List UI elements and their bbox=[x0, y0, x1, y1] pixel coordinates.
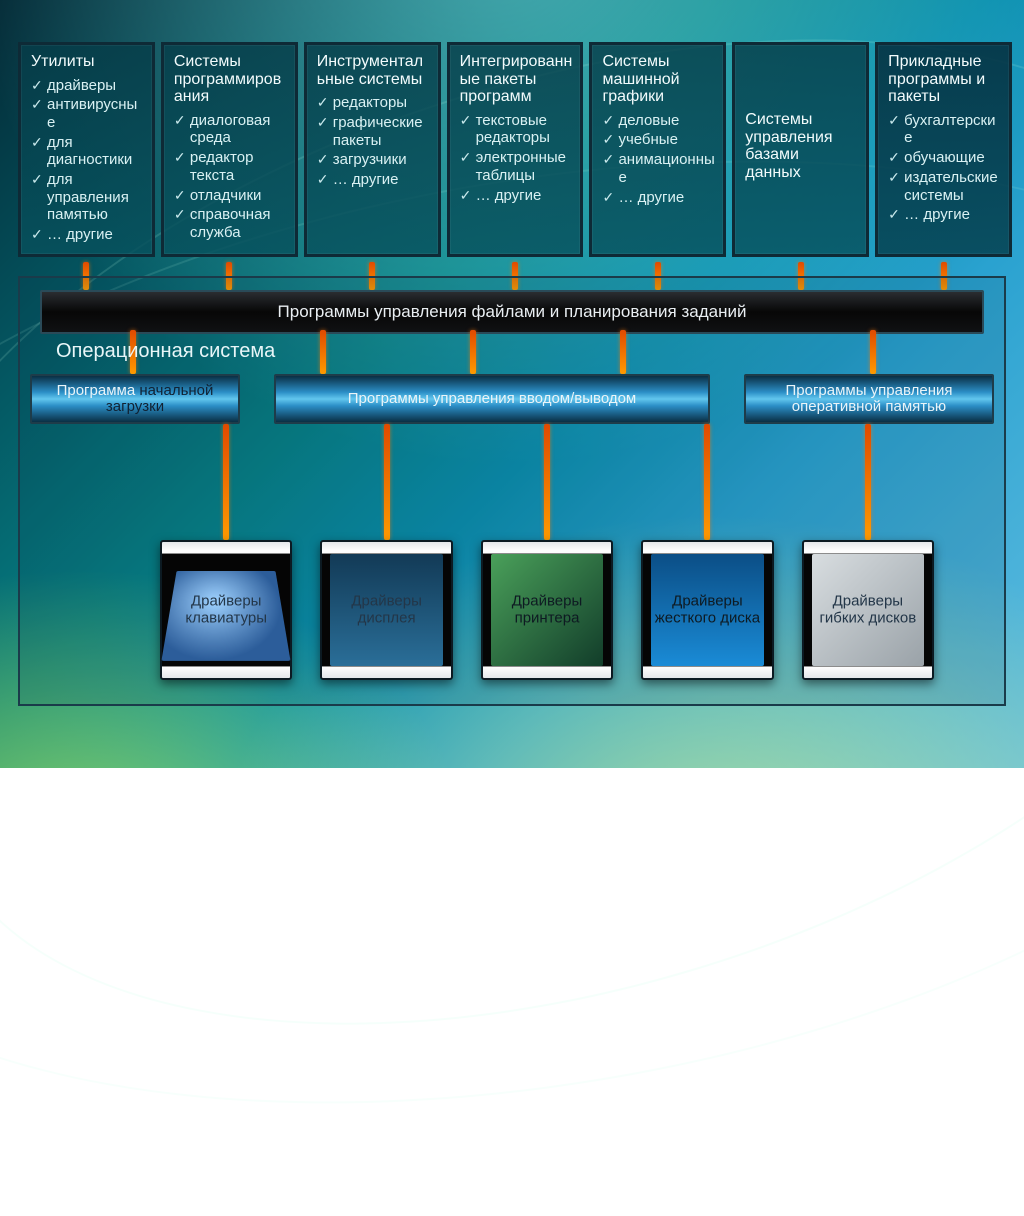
file-management-label: Программы управления файлами и планирова… bbox=[278, 302, 747, 322]
connector bbox=[865, 424, 871, 540]
card-item: … другие bbox=[888, 206, 1001, 224]
card-title: Интегрированные пакеты программ bbox=[460, 53, 573, 106]
driver-label: Драйверы гибких дисков bbox=[804, 594, 932, 627]
card-title: Прикладные программы и пакеты bbox=[888, 53, 1001, 106]
card-item: электронные таблицы bbox=[460, 149, 573, 184]
card-item: обучающие bbox=[888, 149, 1001, 167]
card-item: загрузчики bbox=[317, 151, 430, 169]
card-item: антивирусные bbox=[31, 96, 144, 131]
driver-label: Драйверы принтера bbox=[483, 594, 611, 627]
driver-card: Драйверы клавиатуры bbox=[160, 540, 292, 680]
os-box-label: Программы управления оперативной памятью bbox=[754, 383, 984, 415]
category-card: Прикладные программы и пакетыбухгалтерск… bbox=[875, 42, 1012, 257]
category-card: Утилиты драйверыантивирусныедля диагности… bbox=[18, 42, 155, 257]
card-items: текстовые редакторыэлектронные таблицы … … bbox=[460, 110, 573, 204]
file-management-bar: Программы управления файлами и планирова… bbox=[40, 290, 984, 334]
card-title: Утилиты bbox=[31, 53, 144, 71]
card-items: редакторы графические пакеты загрузчики … д… bbox=[317, 92, 430, 188]
connector bbox=[870, 330, 876, 374]
card-items: бухгалтерские обучающие издательские систе… bbox=[888, 110, 1001, 224]
card-title: Системы управления базами данных bbox=[745, 111, 858, 181]
driver-card: Драйверы жесткого диска bbox=[641, 540, 773, 680]
connector bbox=[223, 424, 229, 540]
category-card: Интегрированные пакеты программтекстовые… bbox=[447, 42, 584, 257]
os-box-bootloader: Программа начальной загрузки bbox=[30, 374, 240, 424]
card-items: деловыеучебные анимационные … другие bbox=[602, 110, 715, 206]
card-item: справочная служба bbox=[174, 206, 287, 241]
card-item: деловые bbox=[602, 112, 715, 130]
card-title: Системы программирования bbox=[174, 53, 287, 106]
card-item: редактор текста bbox=[174, 149, 287, 184]
driver-card: Драйверы гибких дисков bbox=[802, 540, 934, 680]
card-item: … другие bbox=[317, 171, 430, 189]
card-item: … другие bbox=[460, 187, 573, 205]
card-item: анимационные bbox=[602, 151, 715, 186]
card-item: отладчики bbox=[174, 187, 287, 205]
card-item: учебные bbox=[602, 131, 715, 149]
card-item: текстовые редакторы bbox=[460, 112, 573, 147]
driver-label: Драйверы жесткого диска bbox=[643, 594, 771, 627]
card-item: для диагностики bbox=[31, 134, 144, 169]
driver-card: Драйверы принтера bbox=[481, 540, 613, 680]
card-item: диалоговая среда bbox=[174, 112, 287, 147]
diagram: Утилиты драйверыантивирусныедля диагности… bbox=[0, 0, 1024, 768]
category-card: Системы программированиядиалоговая среда… bbox=[161, 42, 298, 257]
os-box-io: Программы управления вводом/выводом bbox=[274, 374, 710, 424]
connector bbox=[544, 424, 550, 540]
card-item: … другие bbox=[602, 189, 715, 207]
card-items: драйверыантивирусныедля диагностикидля у… bbox=[31, 75, 144, 244]
os-heading: Операционная система bbox=[56, 340, 275, 363]
card-item: редакторы bbox=[317, 94, 430, 112]
card-title: Системы машинной графики bbox=[602, 53, 715, 106]
driver-card: Драйверы дисплея bbox=[320, 540, 452, 680]
category-card: Инструментальные системы редакторы графиче… bbox=[304, 42, 441, 257]
category-card: Системы управления базами данных bbox=[732, 42, 869, 257]
card-item: … другие bbox=[31, 226, 144, 244]
card-items: диалоговая средаредактор текста отладчики… bbox=[174, 110, 287, 242]
os-programs-row: Программа начальной загрузки Программы у… bbox=[30, 374, 994, 424]
connector bbox=[704, 424, 710, 540]
connector bbox=[320, 330, 326, 374]
driver-label: Драйверы дисплея bbox=[322, 594, 450, 627]
card-item: для управления памятью bbox=[31, 171, 144, 224]
card-title: Инструментальные системы bbox=[317, 53, 430, 88]
card-item: драйверы bbox=[31, 77, 144, 95]
card-item: издательские системы bbox=[888, 169, 1001, 204]
os-box-memory: Программы управления оперативной памятью bbox=[744, 374, 994, 424]
connector bbox=[470, 330, 476, 374]
drivers-row: Драйверы клавиатуры Драйверы дисплея Драйв… bbox=[160, 540, 934, 680]
os-box-label: Программы управления вводом/выводом bbox=[348, 391, 637, 407]
card-item: бухгалтерские bbox=[888, 112, 1001, 147]
category-card: Системы машинной графики деловыеучебные ан… bbox=[589, 42, 726, 257]
card-item: графические пакеты bbox=[317, 114, 430, 149]
os-box-label: Программа начальной загрузки bbox=[40, 383, 230, 415]
top-categories-row: Утилиты драйверыантивирусныедля диагности… bbox=[18, 42, 1012, 257]
driver-label: Драйверы клавиатуры bbox=[162, 594, 290, 627]
connector bbox=[620, 330, 626, 374]
connector bbox=[384, 424, 390, 540]
